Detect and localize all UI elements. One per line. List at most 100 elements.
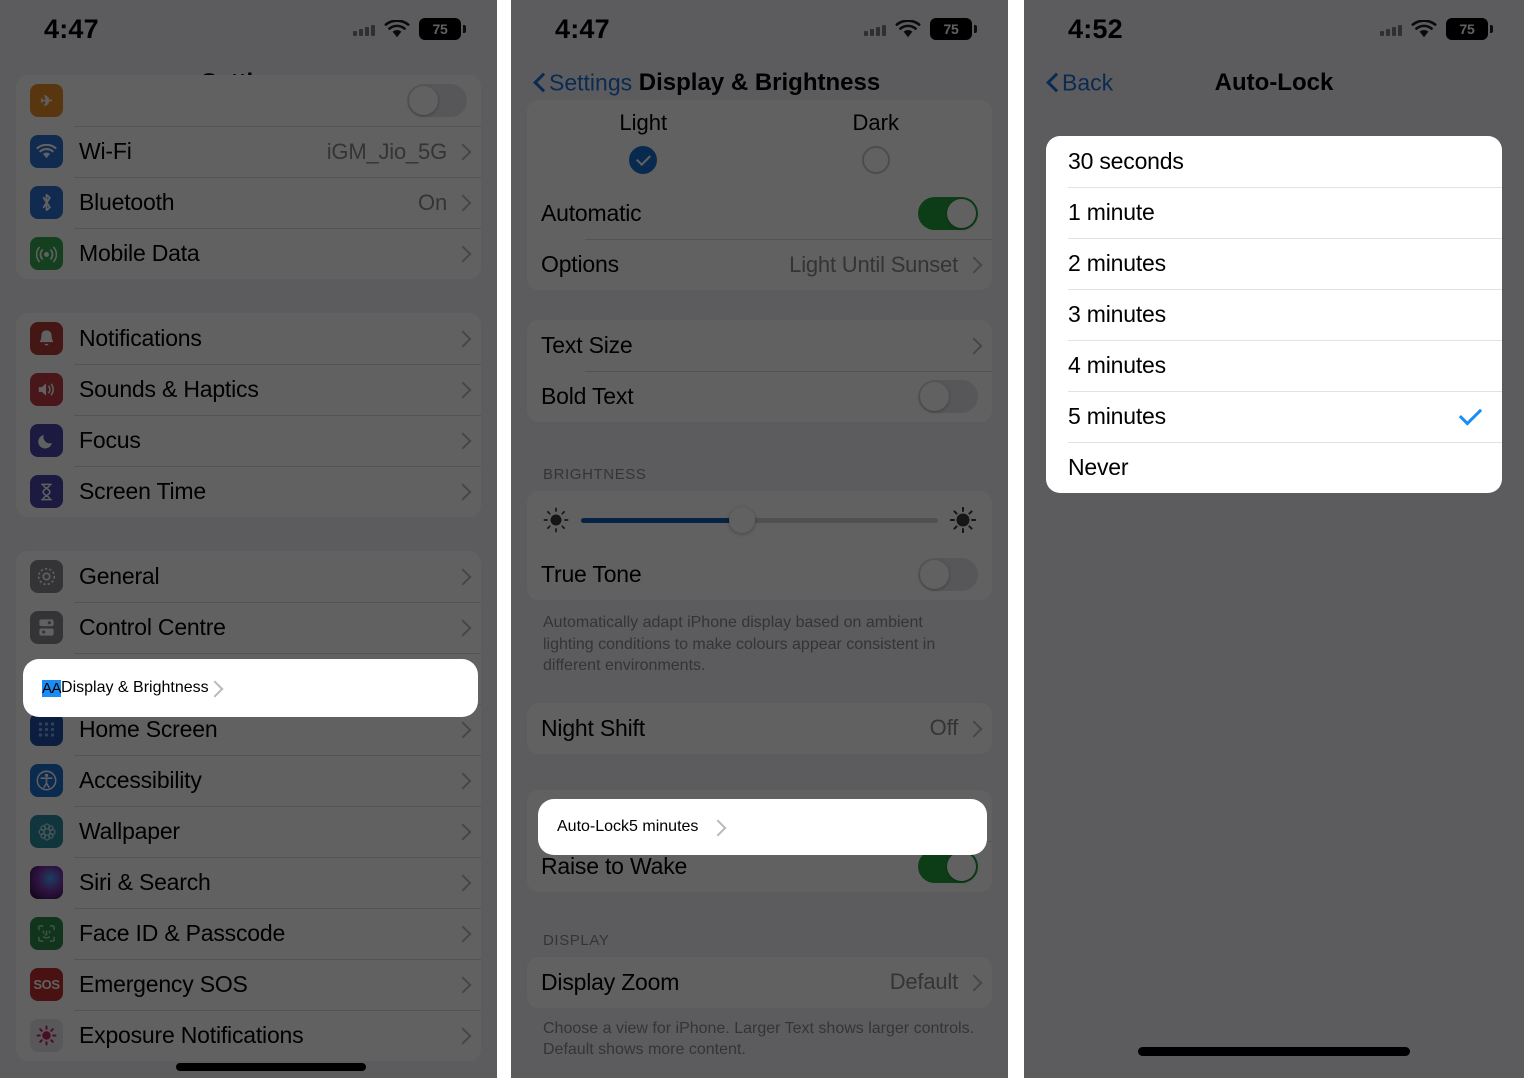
list-item-4-minutes[interactable]: 4 minutes (1046, 340, 1502, 391)
row-label: Text Size (541, 332, 633, 358)
status-indicators: 75 (1380, 18, 1493, 40)
auto-lock-options-card: 30 seconds 1 minute 2 minutes 3 minutes … (1046, 136, 1502, 493)
list-item-3-minutes[interactable]: 3 minutes (1046, 289, 1502, 340)
three-panel-screenshot: 4:47 75 Settings ✈ (0, 0, 1524, 1078)
row-label: Raise to Wake (541, 852, 688, 879)
raise-to-wake-toggle[interactable] (918, 849, 978, 883)
brightness-slider-row[interactable] (527, 491, 992, 549)
row-label: Auto-Lock (557, 818, 630, 835)
list-item-2-minutes[interactable]: 2 minutes (1046, 238, 1502, 289)
settings-group-notifications: Notifications Sounds & Haptics Focus Scr… (16, 313, 481, 517)
chevron-right-icon (968, 974, 978, 991)
chevron-right-icon (968, 256, 978, 273)
chevron-right-icon (457, 483, 467, 500)
list-item-1-minute[interactable]: 1 minute (1046, 187, 1502, 238)
appearance-light-label: Light (619, 110, 668, 135)
sidebar-item-exposure-notifications[interactable]: Exposure Notifications (16, 1010, 481, 1061)
list-item-30-seconds[interactable]: 30 seconds (1046, 136, 1502, 187)
row-text-size[interactable]: Text Size (527, 320, 992, 371)
sidebar-item-siri-search[interactable]: Siri & Search (16, 857, 481, 908)
display-scroll[interactable]: Light Dark Automatic Options Light Until… (511, 100, 1008, 1061)
row-value: Light Until Sunset (789, 251, 958, 277)
exposure-notifications-icon (30, 1019, 63, 1052)
brightness-slider[interactable] (581, 507, 938, 533)
panel-auto-lock: 4:52 75 Back Auto-Lock 30 seconds 1 minu… (1024, 0, 1524, 1078)
appearance-light-radio[interactable] (629, 146, 658, 174)
option-label: 3 minutes (1068, 301, 1166, 327)
chevron-right-icon (457, 619, 467, 636)
sidebar-item-emergency-sos[interactable]: SOS Emergency SOS (16, 959, 481, 1010)
row-bold-text[interactable]: Bold Text (527, 371, 992, 422)
true-tone-toggle[interactable] (918, 558, 978, 591)
chevron-right-icon (457, 245, 467, 262)
row-value: Off (929, 715, 959, 741)
settings-group-system: General Control Centre AA Display & Brig… (16, 551, 481, 1061)
sidebar-item-focus[interactable]: Focus (16, 415, 481, 466)
bold-text-toggle[interactable] (918, 380, 978, 413)
wifi-icon (384, 18, 410, 39)
row-display-zoom[interactable]: Display Zoom Default (527, 956, 992, 1008)
brightness-slider-knob[interactable] (728, 507, 755, 533)
option-label: 30 seconds (1068, 148, 1184, 174)
appearance-dark-radio[interactable] (861, 146, 890, 174)
control-centre-icon (30, 611, 63, 644)
siri-icon (30, 866, 63, 899)
row-options[interactable]: Options Light Until Sunset (527, 239, 992, 290)
night-shift-group: Night Shift Off (527, 702, 992, 754)
display-brightness-icon: AA (42, 679, 62, 697)
status-time: 4:47 (555, 13, 610, 44)
status-indicators: 75 (864, 18, 977, 40)
appearance-option-dark[interactable]: Dark (760, 110, 993, 174)
chevron-right-icon (457, 143, 467, 160)
sidebar-item-sounds-haptics[interactable]: Sounds & Haptics (16, 364, 481, 415)
list-item-airplane-partial[interactable]: ✈ (16, 75, 481, 126)
back-button-label: Back (1062, 69, 1114, 96)
appearance-picker[interactable]: Light Dark (527, 100, 992, 188)
chevron-left-icon (533, 74, 544, 93)
sidebar-item-accessibility[interactable]: Accessibility (16, 755, 481, 806)
back-button[interactable]: Settings (533, 70, 632, 97)
panel-gap (1008, 0, 1024, 1078)
wifi-icon (1411, 18, 1437, 39)
row-true-tone[interactable]: True Tone (527, 549, 992, 600)
row-label: Bold Text (541, 383, 634, 409)
back-button[interactable]: Back (1046, 70, 1113, 97)
display-section-header: DISPLAY (543, 931, 610, 949)
checkmark-icon (1458, 406, 1480, 428)
bell-icon (30, 322, 63, 355)
appearance-option-light[interactable]: Light (527, 110, 760, 174)
sidebar-item-wifi[interactable]: Wi-Fi iGM_Jio_5G (16, 126, 481, 177)
moon-icon (30, 424, 63, 457)
row-automatic[interactable]: Automatic (527, 188, 992, 239)
status-time: 4:52 (1068, 13, 1123, 44)
automatic-toggle[interactable] (918, 197, 978, 230)
cellular-signal-icon (1380, 22, 1402, 36)
back-button-label: Settings (549, 69, 633, 96)
list-item-label: Wi-Fi (79, 138, 132, 164)
row-night-shift[interactable]: Night Shift Off (527, 702, 992, 754)
sidebar-item-screen-time[interactable]: Screen Time (16, 466, 481, 517)
sidebar-item-control-centre[interactable]: Control Centre (16, 602, 481, 653)
sidebar-item-general[interactable]: General (16, 551, 481, 602)
row-auto-lock[interactable]: Auto-Lock 5 minutes (541, 802, 984, 852)
sidebar-item-notifications[interactable]: Notifications (16, 313, 481, 364)
sidebar-item-mobile-data[interactable]: Mobile Data (16, 228, 481, 279)
bluetooth-icon (30, 186, 63, 219)
sidebar-item-wallpaper[interactable]: Wallpaper (16, 806, 481, 857)
sidebar-item-display-brightness[interactable]: AA Display & Brightness (26, 662, 475, 714)
list-item-5-minutes[interactable]: 5 minutes (1046, 391, 1502, 442)
sidebar-item-face-id-passcode[interactable]: Face ID & Passcode (16, 908, 481, 959)
chevron-left-icon (1046, 74, 1057, 93)
chevron-right-icon (457, 874, 467, 891)
face-id-icon (30, 917, 63, 950)
airplane-toggle[interactable] (407, 84, 467, 117)
battery-indicator: 75 (419, 18, 466, 40)
panel-gap (497, 0, 511, 1078)
battery-level: 75 (432, 21, 448, 37)
sidebar-item-bluetooth[interactable]: Bluetooth On (16, 177, 481, 228)
wifi-icon (895, 18, 921, 39)
list-item-label: Accessibility (79, 767, 202, 793)
display-zoom-group: Display Zoom Default (527, 956, 992, 1008)
settings-scroll[interactable]: ✈ Wi-Fi iGM_Jio_5G Bluetooth On Mobile D… (0, 75, 497, 1061)
list-item-never[interactable]: Never (1046, 442, 1502, 493)
